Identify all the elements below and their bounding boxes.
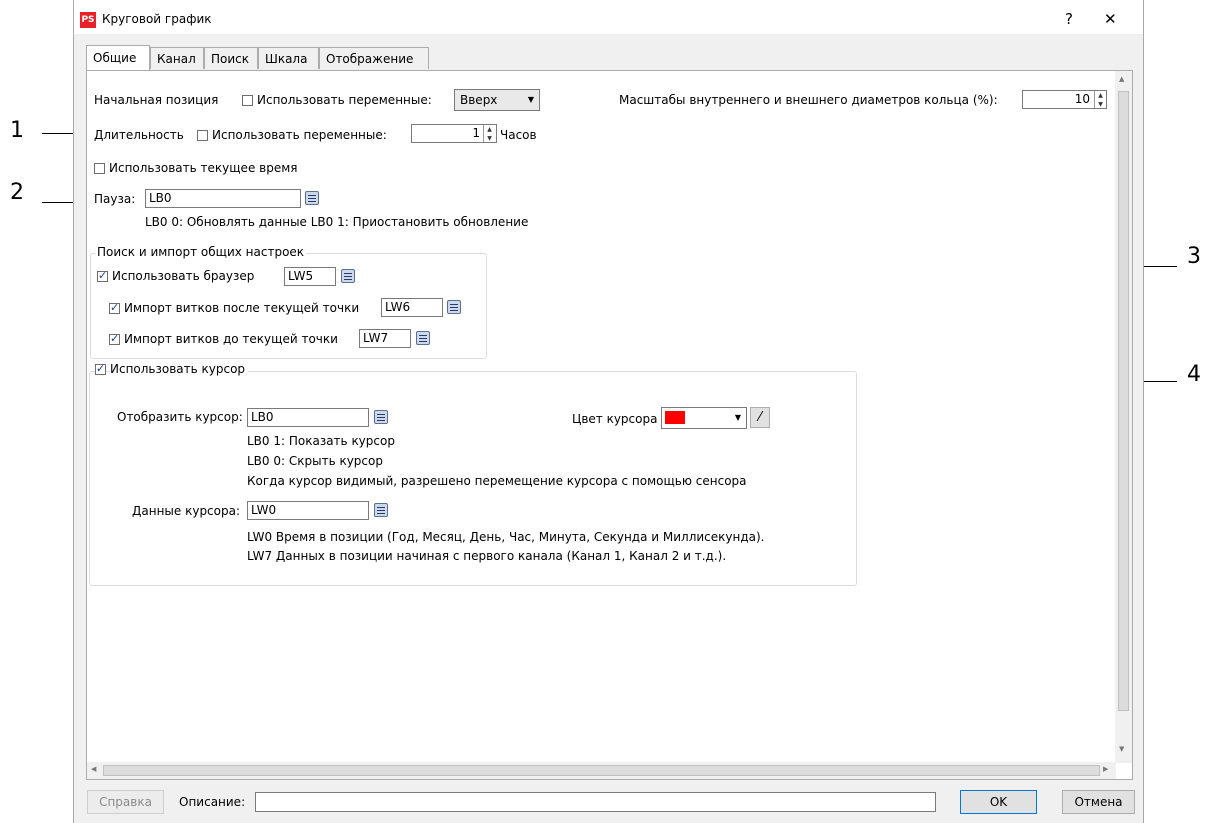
use-cursor-checkbox[interactable]	[95, 362, 106, 375]
show-cursor-address-input[interactable]: LB0	[247, 408, 369, 427]
horizontal-scrollbar[interactable]: ◀ ▶	[87, 762, 1116, 779]
use-browser-address-input[interactable]: LW5	[284, 267, 336, 286]
horizontal-scrollbar-thumb[interactable]	[103, 765, 1100, 776]
import-after-address-value: LW6	[385, 300, 411, 314]
ok-button[interactable]: OK	[960, 790, 1037, 814]
tab-general[interactable]: Общие	[86, 45, 150, 70]
ring-scale-value: 10	[1074, 92, 1090, 106]
callout-number-1: 1	[10, 118, 24, 143]
import-before-address-input[interactable]: LW7	[359, 329, 411, 348]
show-cursor-label: Отобразить курсор:	[117, 410, 243, 424]
tab-channel[interactable]: Канал	[150, 47, 204, 69]
tab-scale[interactable]: Шкала	[258, 47, 319, 69]
import-before-address-value: LW7	[363, 331, 389, 345]
callout-number-4: 4	[1187, 362, 1201, 387]
tab-search[interactable]: Поиск	[204, 47, 258, 69]
close-icon[interactable]: ✕	[1104, 10, 1117, 28]
use-cursor-label: Использовать курсор	[110, 362, 249, 376]
show-cursor-hint-3: Когда курсор видимый, разрешено перемеще…	[247, 474, 747, 488]
callout-number-2: 2	[10, 180, 24, 205]
cursor-data-address-input[interactable]: LW0	[247, 501, 369, 520]
import-before-label: Импорт витков до текущей точки	[124, 332, 338, 346]
duration-value: 1	[472, 126, 480, 140]
start-position-label: Начальная позиция	[94, 93, 219, 107]
duration-stepper[interactable]: ▲ ▼	[483, 125, 495, 142]
vertical-scrollbar[interactable]: ▲ ▼	[1115, 71, 1132, 763]
chevron-down-icon: ▼	[734, 413, 741, 422]
import-before-address-picker-icon[interactable]	[416, 331, 430, 345]
cursor-color-label: Цвет курсора	[572, 412, 658, 426]
description-input[interactable]	[255, 792, 936, 812]
ring-scale-stepper[interactable]: ▲ ▼	[1094, 91, 1106, 108]
vertical-scrollbar-thumb[interactable]	[1118, 91, 1129, 711]
cursor-color-select[interactable]: ▼	[661, 407, 747, 429]
pause-address-value: LB0	[149, 191, 172, 205]
direction-select-value: Вверх	[460, 93, 498, 107]
help-icon[interactable]: ?	[1065, 10, 1073, 28]
description-label: Описание:	[179, 795, 246, 809]
use-browser-checkbox[interactable]	[97, 269, 108, 282]
pause-hint: LB0 0: Обновлять данные LB0 1: Приостано…	[145, 215, 529, 229]
cursor-data-address-value: LW0	[251, 503, 277, 517]
cursor-color-swatch	[665, 411, 685, 424]
scroll-right-icon[interactable]: ▶	[1103, 765, 1108, 773]
use-current-time-checkbox[interactable]	[94, 163, 105, 174]
app-logo-icon: PS	[80, 12, 96, 28]
window-title: Круговой график	[102, 12, 212, 26]
callout-number-3: 3	[1187, 244, 1201, 269]
pause-address-input[interactable]: LB0	[145, 189, 301, 208]
scroll-up-icon[interactable]: ▲	[1119, 75, 1124, 83]
duration-label: Длительность	[94, 128, 184, 142]
pause-address-picker-icon[interactable]	[305, 191, 319, 205]
scroll-down-icon[interactable]: ▼	[1119, 745, 1124, 753]
tab-display[interactable]: Отображение	[319, 47, 429, 69]
eyedropper-icon[interactable]: ⁄	[750, 407, 770, 428]
use-browser-label: Использовать браузер	[112, 269, 255, 283]
show-cursor-address-picker-icon[interactable]	[374, 410, 388, 424]
direction-select[interactable]: Вверх ▼	[454, 89, 540, 111]
start-position-use-vars-checkbox[interactable]	[242, 95, 253, 106]
show-cursor-address-value: LB0	[251, 410, 274, 424]
chevron-down-icon: ▼	[527, 95, 534, 104]
use-current-time-label: Использовать текущее время	[109, 161, 298, 175]
help-button[interactable]: Справка	[87, 790, 164, 814]
cursor-data-hint-2: LW7 Данных в позиции начиная с первого к…	[247, 549, 727, 563]
pie-chart-dialog: PS Круговой график ? ✕ Общие Канал Поиск…	[73, 0, 1144, 823]
cursor-data-label: Данные курсора:	[132, 504, 241, 518]
import-after-label: Импорт витков после текущей точки	[124, 301, 360, 315]
duration-unit-label: Часов	[500, 128, 537, 142]
duration-use-vars-checkbox[interactable]	[197, 130, 208, 141]
cursor-data-hint-1: LW0 Время в позиции (Год, Месяц, День, Ч…	[247, 530, 765, 544]
use-browser-address-picker-icon[interactable]	[341, 269, 355, 283]
import-after-checkbox[interactable]	[109, 301, 120, 314]
cancel-button[interactable]: Отмена	[1062, 790, 1135, 814]
show-cursor-hint-1: LB0 1: Показать курсор	[247, 434, 395, 448]
pause-label: Пауза:	[94, 192, 136, 206]
general-tab-panel: Начальная позиция Использовать переменны…	[86, 70, 1133, 780]
duration-use-vars-label: Использовать переменные:	[212, 128, 387, 142]
title-bar: PS Круговой график ? ✕	[74, 0, 1143, 34]
use-browser-address-value: LW5	[288, 269, 314, 283]
start-position-use-vars-label: Использовать переменные:	[257, 93, 432, 107]
import-after-address-picker-icon[interactable]	[447, 300, 461, 314]
scroll-left-icon[interactable]: ◀	[91, 765, 96, 773]
search-import-group-title: Поиск и импорт общих настроек	[95, 245, 307, 259]
import-before-checkbox[interactable]	[109, 332, 120, 345]
cursor-data-address-picker-icon[interactable]	[374, 503, 388, 517]
show-cursor-hint-2: LB0 0: Скрыть курсор	[247, 454, 383, 468]
import-after-address-input[interactable]: LW6	[381, 298, 443, 317]
ring-scale-label: Масштабы внутреннего и внешнего диаметро…	[619, 93, 998, 107]
